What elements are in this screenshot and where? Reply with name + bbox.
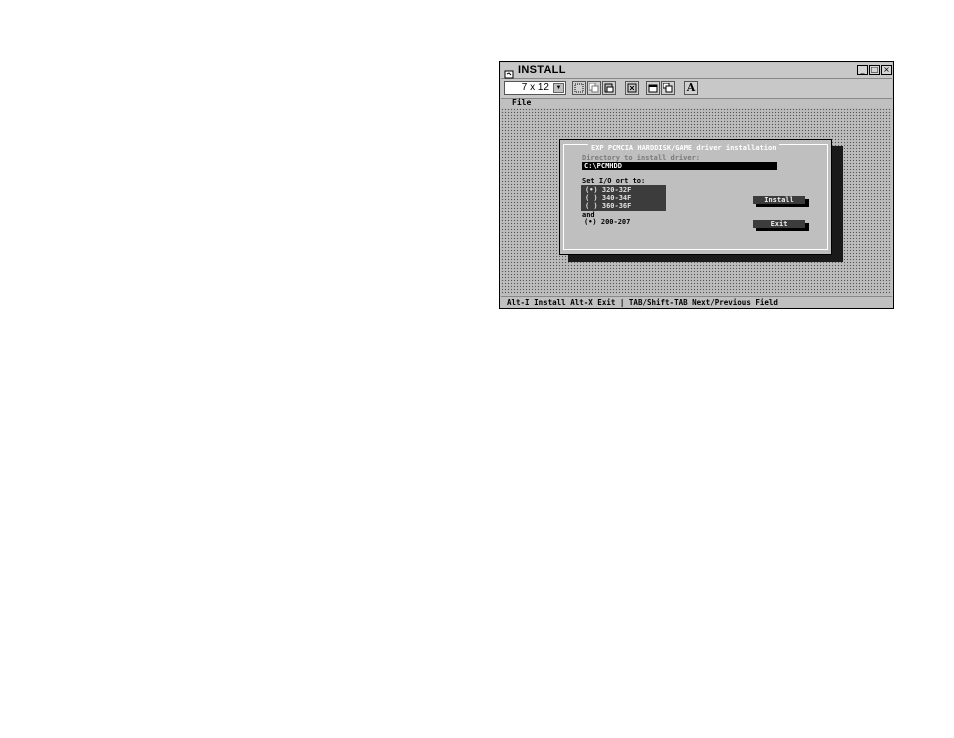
status-text: Alt-I Install Alt-X Exit | TAB/Shift-TAB…: [507, 298, 778, 307]
font-button[interactable]: A: [684, 81, 698, 95]
fullscreen-icon: [627, 83, 637, 93]
directory-label: Directory to install driver:: [582, 154, 701, 162]
background-icon: [663, 83, 673, 93]
maximize-button[interactable]: □: [869, 65, 880, 75]
properties-icon: [648, 84, 658, 93]
chevron-down-icon[interactable]: ▼: [553, 83, 564, 93]
toolbar: 7 x 12 ▼ A: [501, 79, 892, 99]
menu-file[interactable]: File: [512, 98, 531, 107]
port-option-340[interactable]: ( ) 340-34F: [585, 194, 631, 202]
install-dialog: EXP PCMCIA HARDDISK/GAME driver installa…: [559, 139, 832, 255]
mark-button[interactable]: [572, 81, 586, 95]
dos-screen: EXP PCMCIA HARDDISK/GAME driver installa…: [501, 108, 892, 295]
menu-bar: File: [501, 98, 892, 108]
port-option-360[interactable]: ( ) 360-36F: [585, 202, 631, 210]
minimize-button[interactable]: _: [857, 65, 868, 75]
font-size-value: 7 x 12: [521, 82, 549, 93]
title-bar[interactable]: INSTALL _ □ ×: [501, 63, 892, 79]
ms-dos-icon: [504, 65, 515, 79]
dialog-title: EXP PCMCIA HARDDISK/GAME driver installa…: [588, 144, 780, 152]
properties-button[interactable]: [646, 81, 660, 95]
port-label: Set I/O ort to:: [582, 177, 646, 185]
font-size-select[interactable]: 7 x 12 ▼: [504, 81, 566, 95]
mark-icon: [574, 83, 584, 93]
install-window: INSTALL _ □ × 7 x 12 ▼ A File EXP PCMCIA…: [499, 61, 894, 309]
paste-button[interactable]: [602, 81, 616, 95]
background-button[interactable]: [661, 81, 675, 95]
fullscreen-button[interactable]: [625, 81, 639, 95]
port-option-320[interactable]: (•) 320-32F: [585, 186, 631, 194]
status-bar: Alt-I Install Alt-X Exit | TAB/Shift-TAB…: [501, 296, 892, 308]
window-title: INSTALL: [518, 64, 566, 76]
directory-input[interactable]: C:\PCMHDD: [582, 162, 777, 170]
close-button[interactable]: ×: [881, 65, 892, 75]
game-port-option-200[interactable]: (•) 200-207: [584, 218, 630, 226]
copy-button[interactable]: [587, 81, 601, 95]
paste-icon: [604, 83, 614, 93]
port-radio-group: (•) 320-32F ( ) 340-34F ( ) 360-36F: [581, 185, 666, 211]
copy-icon: [589, 83, 599, 93]
exit-button[interactable]: Exit: [753, 220, 805, 228]
install-button[interactable]: Install: [753, 196, 805, 204]
